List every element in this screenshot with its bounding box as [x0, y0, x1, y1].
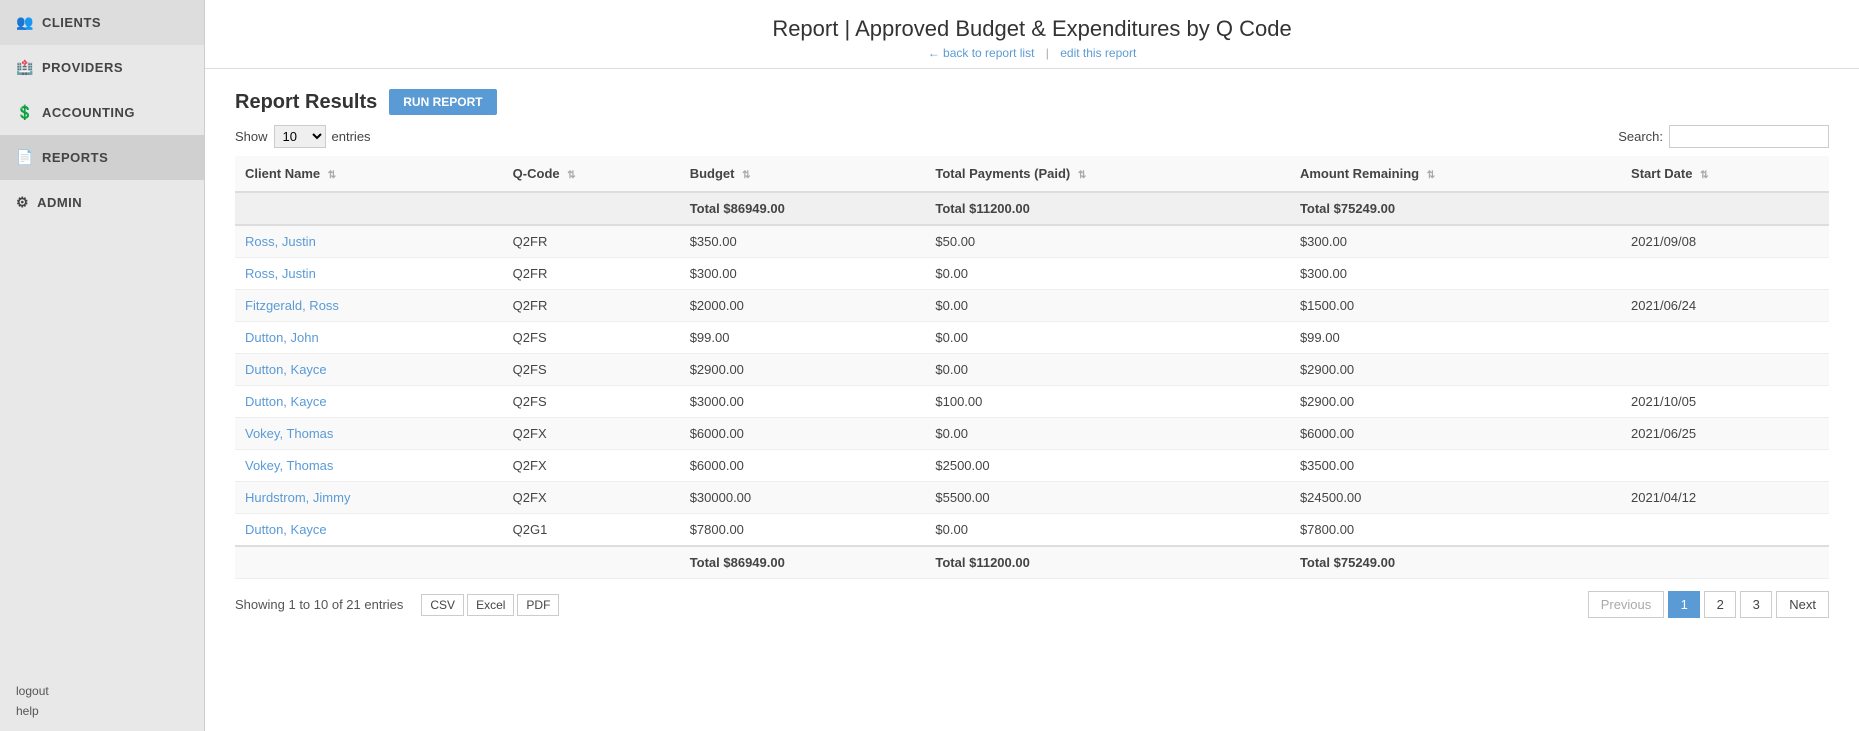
show-entries-control: Show 10 25 50 100 entries	[235, 125, 371, 148]
totals-top-client	[235, 192, 503, 225]
col-total-payments[interactable]: Total Payments (Paid) ⇅	[925, 156, 1290, 192]
sidebar-item-label-admin: ADMIN	[37, 195, 82, 210]
sort-icon-client-name: ⇅	[328, 170, 336, 181]
sidebar-item-label-accounting: ACCOUNTING	[42, 105, 135, 120]
client-name-link[interactable]: Dutton, Kayce	[245, 394, 327, 409]
pdf-export-button[interactable]: PDF	[517, 594, 559, 616]
client-name-link[interactable]: Ross, Justin	[245, 234, 316, 249]
entries-select[interactable]: 10 25 50 100	[274, 125, 326, 148]
page-2-button[interactable]: 2	[1704, 591, 1736, 618]
run-report-button[interactable]: RUN REPORT	[389, 89, 496, 115]
col-amount-remaining[interactable]: Amount Remaining ⇅	[1290, 156, 1621, 192]
totals-top-payments: Total $11200.00	[925, 192, 1290, 225]
sort-icon-start-date: ⇅	[1700, 170, 1708, 181]
back-to-report-list-link[interactable]: ← back to report list	[928, 46, 1035, 60]
client-name-link[interactable]: Dutton, Kayce	[245, 362, 327, 377]
search-label: Search:	[1618, 129, 1663, 144]
page-3-button[interactable]: 3	[1740, 591, 1772, 618]
next-button[interactable]: Next	[1776, 591, 1829, 618]
col-q-code[interactable]: Q-Code ⇅	[503, 156, 680, 192]
showing-text: Showing 1 to 10 of 21 entries	[235, 597, 403, 612]
col-q-code-label: Q-Code	[513, 166, 560, 181]
table-row: Vokey, ThomasQ2FX$6000.00$2500.00$3500.0…	[235, 450, 1829, 482]
sidebar-item-reports[interactable]: 📄 REPORTS	[0, 135, 204, 180]
col-budget[interactable]: Budget ⇅	[680, 156, 926, 192]
sort-icon-q-code: ⇅	[567, 170, 575, 181]
sidebar-item-accounting[interactable]: 💲 ACCOUNTING	[0, 90, 204, 135]
table-row: Ross, JustinQ2FR$300.00$0.00$300.00	[235, 258, 1829, 290]
client-name-link[interactable]: Dutton, Kayce	[245, 522, 327, 537]
sidebar-item-label-clients: CLIENTS	[42, 15, 101, 30]
client-name-link[interactable]: Vokey, Thomas	[245, 426, 333, 441]
client-name-link[interactable]: Dutton, John	[245, 330, 319, 345]
search-box: Search:	[1618, 125, 1829, 148]
table-row: Dutton, JohnQ2FS$99.00$0.00$99.00	[235, 322, 1829, 354]
table-footer: Showing 1 to 10 of 21 entries CSV Excel …	[235, 591, 1829, 628]
client-name-link[interactable]: Hurdstrom, Jimmy	[245, 490, 350, 505]
table-header-row: Client Name ⇅ Q-Code ⇅ Budget ⇅ Total Pa…	[235, 156, 1829, 192]
show-label: Show	[235, 129, 268, 144]
sidebar-item-clients[interactable]: 👥 CLIENTS	[0, 0, 204, 45]
report-table: Client Name ⇅ Q-Code ⇅ Budget ⇅ Total Pa…	[235, 156, 1829, 579]
client-name-link[interactable]: Ross, Justin	[245, 266, 316, 281]
results-title: Report Results	[235, 91, 377, 114]
totals-top-remaining: Total $75249.00	[1290, 192, 1621, 225]
totals-bottom-row: Total $86949.00Total $11200.00Total $752…	[235, 546, 1829, 579]
pagination: Previous 1 2 3 Next	[1588, 591, 1829, 618]
table-row: Dutton, KayceQ2FS$2900.00$0.00$2900.00	[235, 354, 1829, 386]
results-header: Report Results RUN REPORT	[235, 89, 1829, 115]
logout-link[interactable]: logout	[16, 681, 188, 701]
table-row: Fitzgerald, RossQ2FR$2000.00$0.00$1500.0…	[235, 290, 1829, 322]
sort-icon-budget: ⇅	[742, 170, 750, 181]
client-name-link[interactable]: Fitzgerald, Ross	[245, 298, 339, 313]
header-separator: |	[1046, 46, 1049, 60]
page-header: Report | Approved Budget & Expenditures …	[205, 0, 1859, 69]
table-controls: Show 10 25 50 100 entries Search:	[235, 125, 1829, 148]
clients-icon: 👥	[16, 14, 34, 31]
sidebar: 👥 CLIENTS 🏥 PROVIDERS 💲 ACCOUNTING 📄 REP…	[0, 0, 205, 731]
page-1-button[interactable]: 1	[1668, 591, 1700, 618]
col-start-date[interactable]: Start Date ⇅	[1621, 156, 1829, 192]
help-link[interactable]: help	[16, 701, 188, 721]
header-links: ← back to report list | edit this report	[205, 46, 1859, 60]
col-client-name[interactable]: Client Name ⇅	[235, 156, 503, 192]
table-row: Dutton, KayceQ2FS$3000.00$100.00$2900.00…	[235, 386, 1829, 418]
totals-top-date	[1621, 192, 1829, 225]
totals-top-qcode	[503, 192, 680, 225]
col-client-name-label: Client Name	[245, 166, 320, 181]
edit-report-link[interactable]: edit this report	[1060, 46, 1136, 60]
export-buttons: CSV Excel PDF	[421, 594, 559, 616]
csv-export-button[interactable]: CSV	[421, 594, 464, 616]
totals-top-budget: Total $86949.00	[680, 192, 926, 225]
main-content: Report | Approved Budget & Expenditures …	[205, 0, 1859, 731]
table-row: Ross, JustinQ2FR$350.00$50.00$300.002021…	[235, 225, 1829, 258]
providers-icon: 🏥	[16, 59, 34, 76]
sort-icon-total-payments: ⇅	[1078, 170, 1086, 181]
totals-top-row: Total $86949.00 Total $11200.00 Total $7…	[235, 192, 1829, 225]
sidebar-item-label-providers: PROVIDERS	[42, 60, 123, 75]
table-row: Hurdstrom, JimmyQ2FX$30000.00$5500.00$24…	[235, 482, 1829, 514]
accounting-icon: 💲	[16, 104, 34, 121]
col-amount-remaining-label: Amount Remaining	[1300, 166, 1419, 181]
table-row: Vokey, ThomasQ2FX$6000.00$0.00$6000.0020…	[235, 418, 1829, 450]
entries-label: entries	[332, 129, 371, 144]
col-start-date-label: Start Date	[1631, 166, 1692, 181]
page-title: Report | Approved Budget & Expenditures …	[205, 16, 1859, 42]
sidebar-item-admin[interactable]: ⚙ ADMIN	[0, 180, 204, 225]
excel-export-button[interactable]: Excel	[467, 594, 514, 616]
previous-button[interactable]: Previous	[1588, 591, 1665, 618]
footer-left: Showing 1 to 10 of 21 entries CSV Excel …	[235, 594, 559, 616]
client-name-link[interactable]: Vokey, Thomas	[245, 458, 333, 473]
reports-icon: 📄	[16, 149, 34, 166]
col-budget-label: Budget	[690, 166, 735, 181]
search-input[interactable]	[1669, 125, 1829, 148]
content-area: Report Results RUN REPORT Show 10 25 50 …	[205, 69, 1859, 731]
sidebar-bottom: logout help	[0, 671, 204, 731]
table-row: Dutton, KayceQ2G1$7800.00$0.00$7800.00	[235, 514, 1829, 547]
col-total-payments-label: Total Payments (Paid)	[935, 166, 1070, 181]
sidebar-item-providers[interactable]: 🏥 PROVIDERS	[0, 45, 204, 90]
sidebar-item-label-reports: REPORTS	[42, 150, 108, 165]
sort-icon-amount-remaining: ⇅	[1427, 170, 1435, 181]
admin-icon: ⚙	[16, 194, 29, 211]
